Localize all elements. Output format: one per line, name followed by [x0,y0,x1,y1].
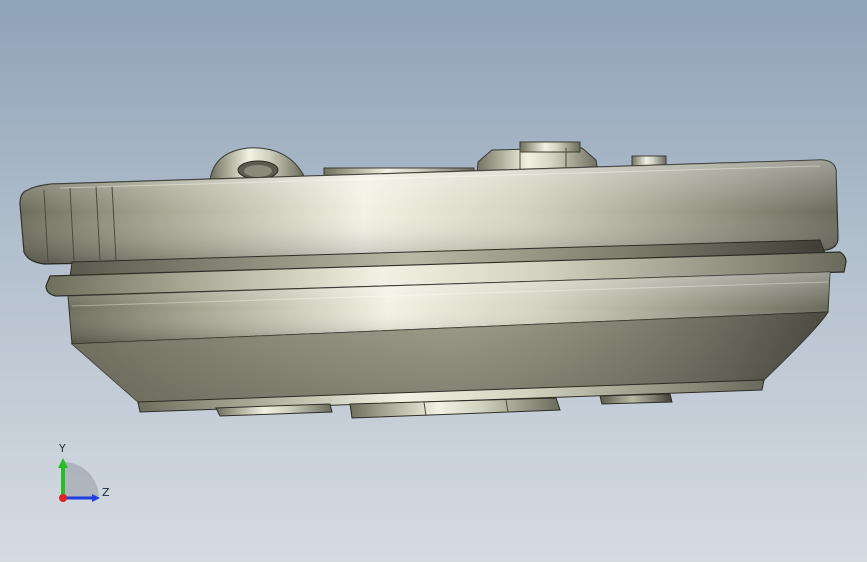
z-axis-label: Z [102,486,110,499]
3d-part-model[interactable] [0,0,867,562]
cad-graphics-viewport[interactable]: Y Z [0,0,867,562]
y-axis-label: Y [59,442,66,455]
axis-triad: Y Z [50,440,120,510]
x-axis-dot [59,494,67,502]
